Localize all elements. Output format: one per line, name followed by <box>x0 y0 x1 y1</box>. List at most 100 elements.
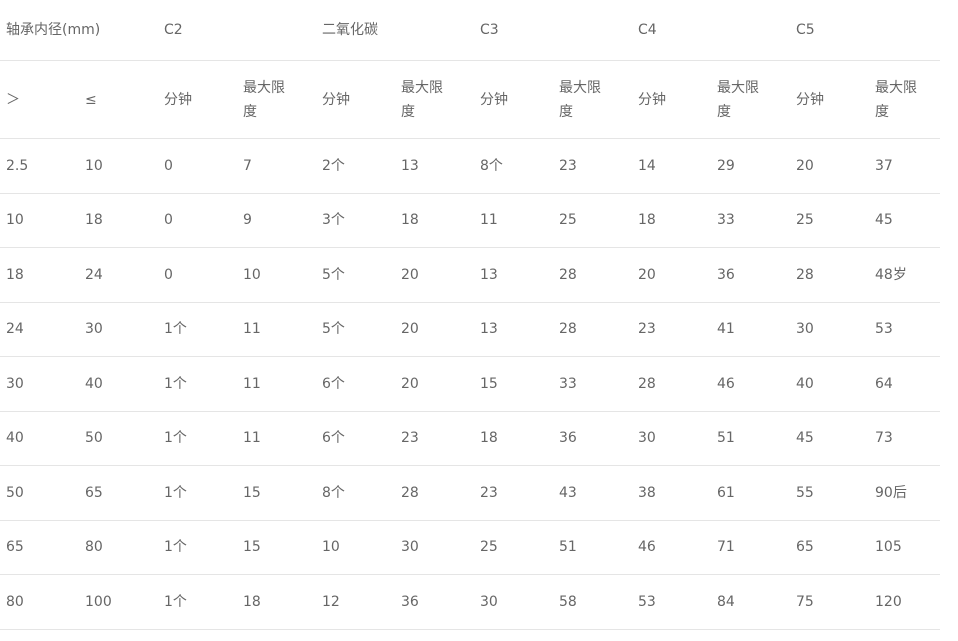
table-row: 80 100 1个 18 12 36 30 58 53 84 75 120 <box>0 574 941 630</box>
table-cell: 36 <box>711 247 791 303</box>
table-cell: 23 <box>632 302 712 357</box>
table-cell: 13 <box>474 302 554 357</box>
table-cell: 0 <box>158 138 238 194</box>
table-cell: 9 <box>237 193 317 248</box>
table-cell: 1个 <box>158 574 238 630</box>
subheader-cell: 最大限度 <box>711 60 791 139</box>
table-cell: 36 <box>395 574 475 630</box>
table-cell: 1个 <box>158 356 238 412</box>
table-cell: 7 <box>237 138 317 194</box>
table-cell: 28 <box>395 465 475 521</box>
table-cell: 11 <box>237 356 317 412</box>
subheader-cell: 最大限度 <box>237 60 317 139</box>
header-group-c5: C5 <box>790 0 941 61</box>
table-row: 24 30 1个 11 5个 20 13 28 23 41 30 53 <box>0 302 941 357</box>
table-cell: 1个 <box>158 465 238 521</box>
table-cell: 24 <box>79 247 159 303</box>
table-cell: 18 <box>79 193 159 248</box>
table-cell: 25 <box>553 193 633 248</box>
table-cell: 64 <box>869 356 941 412</box>
subheader-cell: 分钟 <box>474 60 554 139</box>
table-cell: 30 <box>79 302 159 357</box>
table-cell: 65 <box>790 520 870 575</box>
table-cell: 15 <box>237 465 317 521</box>
table-cell: 10 <box>237 247 317 303</box>
table-cell: 50 <box>0 465 79 521</box>
table-cell: 30 <box>395 520 475 575</box>
table-header-row: 轴承内径(mm) C2 二氧化碳 C3 C4 C5 <box>0 0 941 61</box>
table-cell: 30 <box>474 574 554 630</box>
subheader-cell: 分钟 <box>158 60 238 139</box>
table-cell: 11 <box>237 411 317 466</box>
table-cell: 33 <box>711 193 791 248</box>
table-cell: 1个 <box>158 302 238 357</box>
table-cell: 30 <box>790 302 870 357</box>
table-cell: 6个 <box>316 356 396 412</box>
table-cell: 0 <box>158 193 238 248</box>
table-cell: 38 <box>632 465 712 521</box>
table-cell: 8个 <box>316 465 396 521</box>
table-cell: 10 <box>0 193 79 248</box>
table-cell: 1个 <box>158 520 238 575</box>
table-cell: 18 <box>237 574 317 630</box>
table-cell: 51 <box>711 411 791 466</box>
table-cell: 18 <box>474 411 554 466</box>
table-cell: 30 <box>632 411 712 466</box>
header-bore: 轴承内径(mm) <box>0 0 159 61</box>
table-cell: 53 <box>632 574 712 630</box>
table-cell: 51 <box>553 520 633 575</box>
table-row: 40 50 1个 11 6个 23 18 36 30 51 45 73 <box>0 411 941 466</box>
table-cell: 1个 <box>158 411 238 466</box>
table-cell: 46 <box>711 356 791 412</box>
table-cell: 0 <box>158 247 238 303</box>
table-cell: 37 <box>869 138 941 194</box>
clearance-table-container: 轴承内径(mm) C2 二氧化碳 C3 C4 C5 ＞ ≤ 分钟 最大限度 分钟… <box>0 0 941 630</box>
table-cell: 6个 <box>316 411 396 466</box>
subheader-cell: ≤ <box>79 60 159 139</box>
table-cell: 40 <box>79 356 159 412</box>
subheader-cell: 最大限度 <box>395 60 475 139</box>
table-cell: 5个 <box>316 302 396 357</box>
table-cell: 41 <box>711 302 791 357</box>
table-cell: 18 <box>0 247 79 303</box>
subheader-cell: 分钟 <box>632 60 712 139</box>
table-cell: 28 <box>632 356 712 412</box>
table-cell: 13 <box>474 247 554 303</box>
table-cell: 2个 <box>316 138 396 194</box>
table-cell: 10 <box>79 138 159 194</box>
table-cell: 30 <box>0 356 79 412</box>
table-cell: 8个 <box>474 138 554 194</box>
table-cell: 45 <box>869 193 941 248</box>
table-cell: 53 <box>869 302 941 357</box>
table-cell: 23 <box>553 138 633 194</box>
table-cell: 23 <box>395 411 475 466</box>
table-cell: 75 <box>790 574 870 630</box>
table-row: 30 40 1个 11 6个 20 15 33 28 46 40 64 <box>0 356 941 412</box>
table-cell: 80 <box>79 520 159 575</box>
table-cell: 20 <box>395 302 475 357</box>
table-row: 10 18 0 9 3个 18 11 25 18 33 25 45 <box>0 193 941 248</box>
table-cell: 55 <box>790 465 870 521</box>
table-cell: 28 <box>790 247 870 303</box>
table-cell: 20 <box>395 247 475 303</box>
subheader-cell: ＞ <box>0 60 79 139</box>
clearance-table: 轴承内径(mm) C2 二氧化碳 C3 C4 C5 ＞ ≤ 分钟 最大限度 分钟… <box>0 0 941 630</box>
table-cell: 29 <box>711 138 791 194</box>
subheader-cell: 分钟 <box>790 60 870 139</box>
table-cell: 28 <box>553 247 633 303</box>
header-group-c3: C3 <box>474 0 633 61</box>
table-cell: 65 <box>0 520 79 575</box>
table-cell: 43 <box>553 465 633 521</box>
table-cell: 33 <box>553 356 633 412</box>
table-cell: 84 <box>711 574 791 630</box>
table-cell: 105 <box>869 520 941 575</box>
table-cell: 20 <box>395 356 475 412</box>
table-cell: 40 <box>0 411 79 466</box>
table-cell: 10 <box>316 520 396 575</box>
table-cell: 3个 <box>316 193 396 248</box>
table-cell: 40 <box>790 356 870 412</box>
table-cell: 120 <box>869 574 941 630</box>
header-group-cn: 二氧化碳 <box>316 0 475 61</box>
subheader-cell: 最大限度 <box>869 60 941 139</box>
table-cell: 28 <box>553 302 633 357</box>
